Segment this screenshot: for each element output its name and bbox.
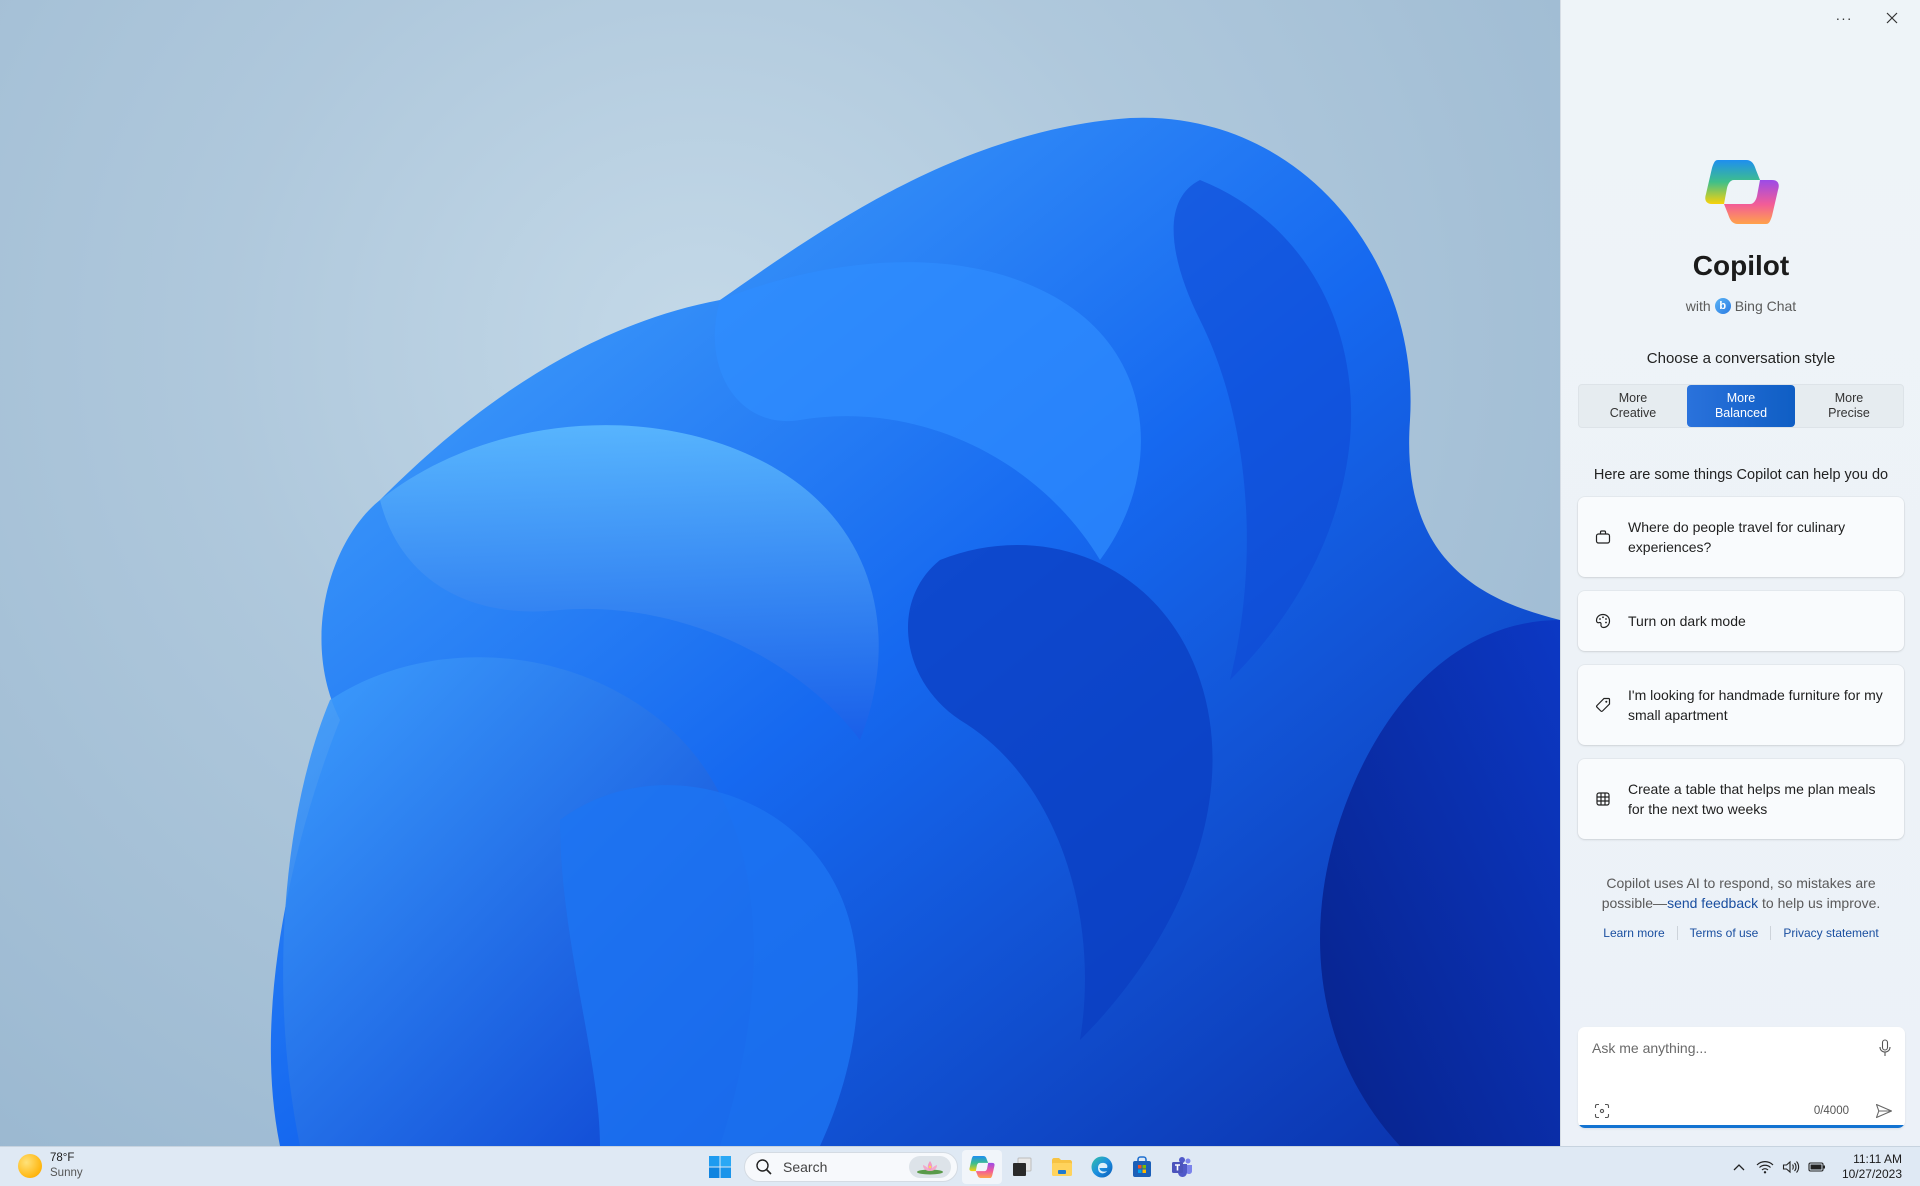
style-label-line1: More xyxy=(1726,391,1756,405)
speaker-icon xyxy=(1782,1160,1800,1174)
link-separator xyxy=(1676,926,1678,940)
teams-icon xyxy=(1172,1157,1192,1177)
chat-composer: 0/4000 xyxy=(1578,1027,1905,1128)
footer-links: Learn more Terms of use Privacy statemen… xyxy=(1561,926,1920,940)
conversation-style-selector: More Creative More Balanced More Precise xyxy=(1578,384,1904,428)
suggestion-text: Where do people travel for culinary expe… xyxy=(1628,519,1846,555)
search-label: Search xyxy=(783,1159,828,1175)
style-precise-button[interactable]: More Precise xyxy=(1795,385,1903,427)
more-options-button[interactable]: ··· xyxy=(1828,6,1860,30)
style-creative-button[interactable]: More Creative xyxy=(1579,385,1687,427)
taskbar-file-explorer[interactable] xyxy=(1042,1150,1082,1184)
suggestion-card[interactable]: I'm looking for handmade furniture for m… xyxy=(1578,665,1904,745)
disclaimer-text-end: to help us improve. xyxy=(1758,895,1881,911)
windows-logo-icon xyxy=(709,1156,731,1178)
clock-date: 10/27/2023 xyxy=(1841,1167,1902,1181)
close-icon xyxy=(1886,12,1898,24)
taskbar-teams[interactable] xyxy=(1162,1150,1202,1184)
taskbar-edge[interactable] xyxy=(1082,1150,1122,1184)
wifi-icon xyxy=(1756,1161,1774,1174)
search-icon xyxy=(756,1159,772,1175)
style-label-line1: More xyxy=(1834,391,1864,405)
copilot-icon xyxy=(969,1156,995,1178)
start-button[interactable] xyxy=(700,1150,740,1184)
store-bag-icon xyxy=(1133,1156,1151,1177)
table-icon xyxy=(1596,792,1610,806)
folder-icon xyxy=(1052,1158,1072,1176)
microphone-icon xyxy=(1879,1039,1891,1056)
sunny-weather-icon xyxy=(18,1154,42,1178)
weather-temperature: 78°F xyxy=(50,1152,75,1164)
taskbar-apps: Search xyxy=(700,1150,1202,1184)
search-highlight-lotus-icon xyxy=(909,1156,951,1178)
palette-icon xyxy=(1595,613,1611,629)
style-label-line1: More xyxy=(1618,391,1648,405)
copilot-panel: ··· Copilot with b Bing Chat Choose a co… xyxy=(1560,0,1920,1146)
style-balanced-button[interactable]: More Balanced xyxy=(1687,385,1795,427)
desktop-wallpaper xyxy=(0,0,1560,1146)
suggestion-text: Create a table that helps me plan meals … xyxy=(1628,781,1876,817)
style-label-line2: Precise xyxy=(1828,406,1870,420)
input-focus-underline xyxy=(1578,1125,1905,1128)
copilot-title: Copilot xyxy=(1692,250,1790,281)
character-count: 0/4000 xyxy=(1813,1105,1849,1117)
tag-icon xyxy=(1596,697,1611,712)
taskbar-copilot[interactable] xyxy=(962,1150,1002,1184)
style-label-line2: Creative xyxy=(1609,406,1657,420)
volume-button[interactable] xyxy=(1778,1152,1804,1182)
taskbar-search[interactable]: Search xyxy=(744,1152,958,1182)
suggestions-heading: Here are some things Copilot can help yo… xyxy=(1593,467,1889,483)
chevron-up-icon xyxy=(1733,1164,1745,1171)
subtitle-brand: Bing Chat xyxy=(1734,298,1797,314)
system-tray: 11:11 AM 10/27/2023 xyxy=(1726,1147,1920,1186)
conversation-style-heading: Choose a conversation style xyxy=(1646,350,1836,367)
battery-button[interactable] xyxy=(1804,1152,1830,1182)
show-hidden-icons-button[interactable] xyxy=(1726,1152,1752,1182)
edge-browser-icon xyxy=(1091,1156,1113,1178)
privacy-statement-link[interactable]: Privacy statement xyxy=(1783,926,1878,940)
suggestion-card[interactable]: Where do people travel for culinary expe… xyxy=(1578,497,1904,577)
ai-disclaimer: Copilot uses AI to respond, so mistakes … xyxy=(1591,873,1891,913)
taskbar: 78°F Sunny Search 11:11 AM 10/27/2023 xyxy=(0,1146,1920,1186)
panel-title-bar: ··· xyxy=(1800,6,1920,30)
battery-icon xyxy=(1808,1162,1825,1172)
clock[interactable]: 11:11 AM 10/27/2023 xyxy=(1830,1152,1920,1182)
send-feedback-link[interactable]: send feedback xyxy=(1667,895,1758,911)
copilot-subtitle: with b Bing Chat xyxy=(1561,298,1920,314)
send-icon xyxy=(1875,1103,1893,1119)
subtitle-prefix: with xyxy=(1685,298,1711,314)
copilot-logo xyxy=(1705,160,1779,224)
send-button[interactable] xyxy=(1873,1101,1895,1121)
task-view-icon xyxy=(1013,1157,1032,1176)
suggestion-text: I'm looking for handmade furniture for m… xyxy=(1628,687,1883,723)
bing-icon: b xyxy=(1714,298,1731,314)
clock-time: 11:11 AM xyxy=(1853,1152,1902,1166)
weather-widget[interactable]: 78°F Sunny xyxy=(18,1151,83,1181)
suggestion-card[interactable]: Create a table that helps me plan meals … xyxy=(1578,759,1904,839)
bloom-wallpaper-graphic xyxy=(270,117,1560,1146)
microphone-button[interactable] xyxy=(1875,1037,1895,1059)
close-button[interactable] xyxy=(1876,6,1908,30)
taskbar-store[interactable] xyxy=(1122,1150,1162,1184)
terms-of-use-link[interactable]: Terms of use xyxy=(1690,926,1759,940)
suggestion-text: Turn on dark mode xyxy=(1628,613,1746,629)
suggestion-card[interactable]: Turn on dark mode xyxy=(1578,591,1904,651)
screenshot-icon xyxy=(1594,1103,1610,1119)
briefcase-icon xyxy=(1595,530,1611,544)
taskbar-task-view[interactable] xyxy=(1002,1150,1042,1184)
learn-more-link[interactable]: Learn more xyxy=(1603,926,1664,940)
network-button[interactable] xyxy=(1752,1152,1778,1182)
style-label-line2: Balanced xyxy=(1714,406,1768,420)
link-separator xyxy=(1770,926,1772,940)
ask-input[interactable] xyxy=(1592,1037,1862,1059)
weather-condition: Sunny xyxy=(50,1167,83,1179)
screenshot-button[interactable] xyxy=(1592,1101,1612,1121)
